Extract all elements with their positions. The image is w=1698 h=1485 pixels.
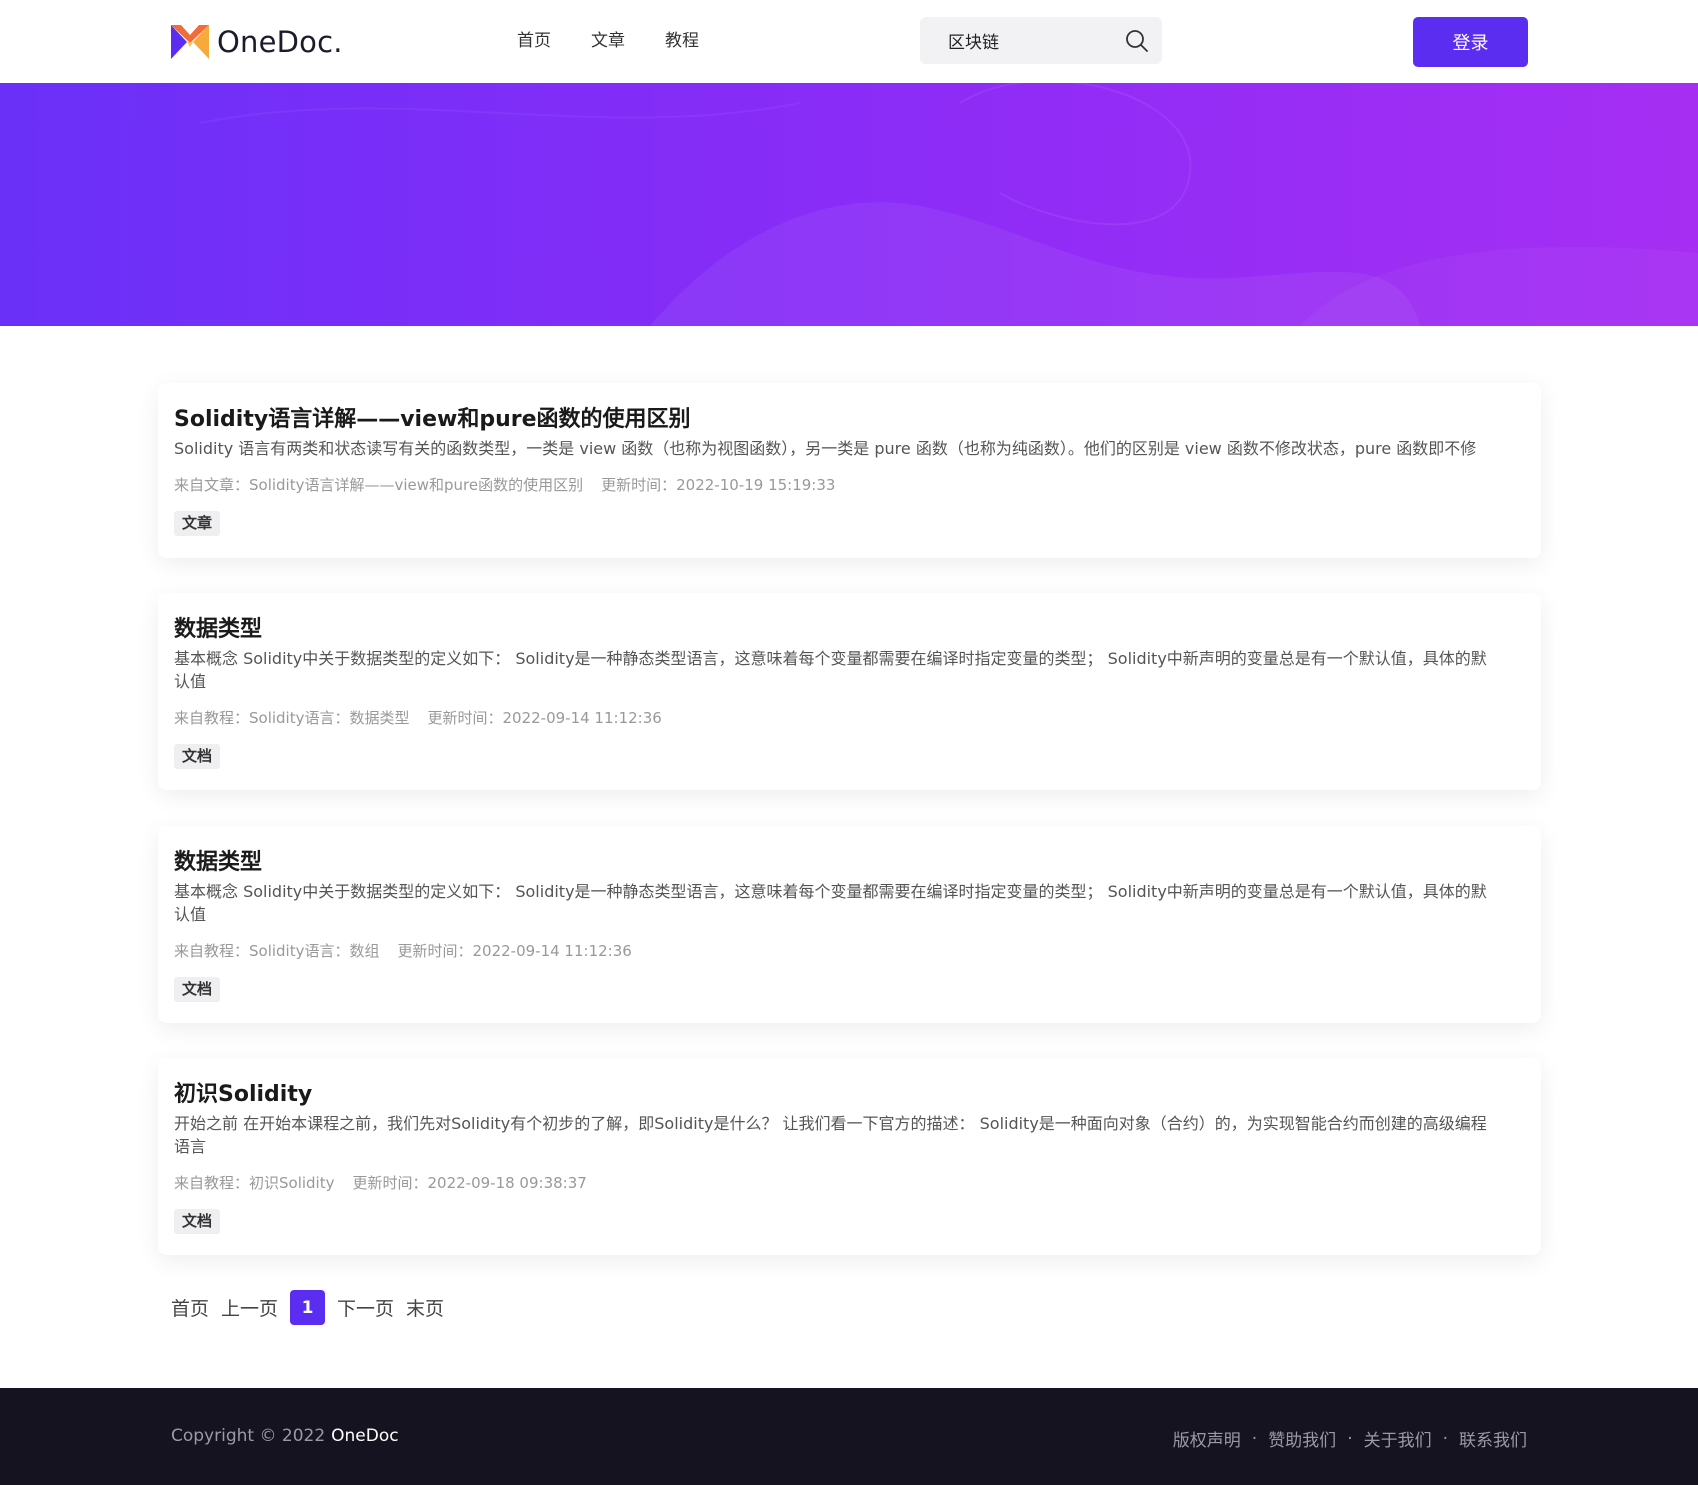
logo[interactable]: OneDoc.	[171, 22, 343, 62]
result-title[interactable]: 数据类型	[174, 615, 1525, 645]
result-updated: 更新时间：2022-09-14 11:12:36	[427, 709, 662, 727]
result-card[interactable]: 初识Solidity 开始之前 在开始本课程之前，我们先对Solidity有个初…	[158, 1058, 1541, 1255]
result-description: 开始之前 在开始本课程之前，我们先对Solidity有个初步的了解，即Solid…	[174, 1114, 1487, 1156]
result-card[interactable]: 数据类型 基本概念 Solidity中关于数据类型的定义如下： Solidity…	[158, 593, 1541, 790]
login-button[interactable]: 登录	[1413, 17, 1528, 67]
result-title[interactable]: 数据类型	[174, 848, 1525, 878]
result-title[interactable]: Solidity语言详解——view和pure函数的使用区别	[174, 405, 1525, 435]
result-tag: 文档	[174, 1209, 221, 1234]
result-source[interactable]: 来自文章：Solidity语言详解——view和pure函数的使用区别	[174, 476, 583, 494]
result-source[interactable]: 来自教程：初识Solidity	[174, 1174, 334, 1192]
footer-link-contact[interactable]: 联系我们	[1459, 1426, 1527, 1451]
result-source[interactable]: 来自教程：Solidity语言：数据类型	[174, 709, 409, 727]
result-updated: 更新时间：2022-10-19 15:19:33	[601, 476, 836, 494]
footer-link-sponsor[interactable]: 赞助我们	[1268, 1426, 1336, 1451]
pagination-prev[interactable]: 上一页	[221, 1294, 278, 1321]
separator-dot: ·	[1251, 1428, 1258, 1449]
copyright-text: Copyright © 2022	[171, 1426, 326, 1446]
result-meta: 来自教程：Solidity语言：数组 更新时间：2022-09-14 11:12:…	[174, 940, 1525, 962]
search-icon[interactable]	[1124, 28, 1150, 54]
footer-links: 版权声明 · 赞助我们 · 关于我们 · 联系我们	[1173, 1426, 1527, 1452]
result-tag: 文档	[174, 744, 221, 769]
footer-link-copyright[interactable]: 版权声明	[1173, 1426, 1241, 1451]
logo-text: OneDoc.	[217, 25, 343, 59]
nav-articles[interactable]: 文章	[591, 26, 625, 51]
pagination-first[interactable]: 首页	[171, 1294, 209, 1321]
search-input[interactable]	[920, 17, 1120, 64]
result-description: 基本概念 Solidity中关于数据类型的定义如下： Solidity是一种静态…	[174, 649, 1487, 691]
top-header: OneDoc. 首页 文章 教程 登录	[0, 0, 1698, 83]
nav-home[interactable]: 首页	[517, 26, 551, 51]
onedoc-logo-icon	[171, 25, 209, 59]
result-tag: 文章	[174, 511, 221, 536]
footer-brand: OneDoc	[331, 1426, 399, 1446]
result-card[interactable]: 数据类型 基本概念 Solidity中关于数据类型的定义如下： Solidity…	[158, 826, 1541, 1023]
copyright: Copyright © 2022 OneDoc	[171, 1426, 399, 1446]
hero-banner	[0, 83, 1698, 326]
pagination-current-page[interactable]: 1	[290, 1290, 326, 1325]
pagination-last[interactable]: 末页	[406, 1294, 444, 1321]
main-nav: 首页 文章 教程	[517, 26, 699, 51]
result-tag: 文档	[174, 977, 221, 1002]
result-source[interactable]: 来自教程：Solidity语言：数组	[174, 942, 379, 960]
result-description: Solidity 语言有两类和状态读写有关的函数类型，一类是 view 函数（也…	[174, 439, 1477, 458]
pagination: 首页 上一页 1 下一页 末页	[171, 1290, 444, 1325]
result-description: 基本概念 Solidity中关于数据类型的定义如下： Solidity是一种静态…	[174, 882, 1487, 924]
pagination-next[interactable]: 下一页	[337, 1294, 394, 1321]
search-box	[920, 17, 1162, 64]
result-meta: 来自教程：初识Solidity 更新时间：2022-09-18 09:38:37	[174, 1172, 1525, 1194]
page-footer: Copyright © 2022 OneDoc 版权声明 · 赞助我们 · 关于我…	[0, 1388, 1698, 1485]
result-meta: 来自教程：Solidity语言：数据类型 更新时间：2022-09-14 11:1…	[174, 707, 1525, 729]
result-title[interactable]: 初识Solidity	[174, 1080, 1525, 1110]
result-card[interactable]: Solidity语言详解——view和pure函数的使用区别 Solidity …	[158, 383, 1541, 558]
result-updated: 更新时间：2022-09-14 11:12:36	[397, 942, 632, 960]
nav-tutorials[interactable]: 教程	[665, 26, 699, 51]
footer-link-about[interactable]: 关于我们	[1364, 1426, 1432, 1451]
separator-dot: ·	[1442, 1428, 1448, 1449]
result-meta: 来自文章：Solidity语言详解——view和pure函数的使用区别 更新时间：…	[174, 474, 1525, 496]
banner-decoration	[199, 83, 1698, 326]
separator-dot: ·	[1347, 1428, 1353, 1449]
result-updated: 更新时间：2022-09-18 09:38:37	[352, 1174, 587, 1192]
